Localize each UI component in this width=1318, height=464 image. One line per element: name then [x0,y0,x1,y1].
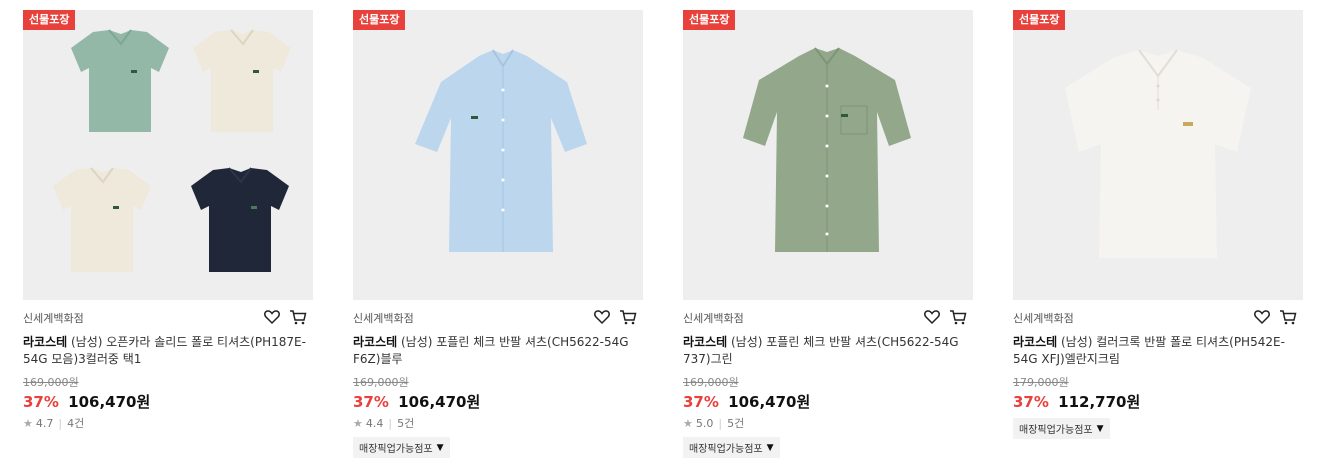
original-price: 169,000원 [353,376,409,389]
product-photo-blue-shirt [353,10,643,300]
gift-wrap-badge: 선물포장 [23,10,76,30]
discount-rate: 37% [683,393,719,411]
store-pickup-label: 매장픽업가능점포 [1019,425,1093,436]
heart-icon[interactable] [263,308,281,326]
triangle-down-icon: ▼ [436,442,444,453]
original-price: 169,000원 [683,376,739,389]
product-image[interactable]: 선물포장 [1013,10,1303,300]
product-card[interactable]: 선물포장 신세계백화점 라코스테 (남성) 컬러크록 반팔 폴로 티셔츠(PH5… [1013,10,1303,439]
product-image[interactable]: 선물포장 [353,10,643,300]
product-photo-polo-set [23,10,313,300]
review-count: 5건 [727,417,745,430]
gift-wrap-badge: 선물포장 [683,10,736,30]
rating-score: 4.4 [365,416,384,430]
gift-wrap-badge: 선물포장 [353,10,406,30]
sale-price: 106,470원 [398,393,481,411]
divider: | [58,416,63,430]
divider: | [718,416,723,430]
product-card[interactable]: 선물포장 신세계백화점 라코스테 (남성) 포플린 체크 반팔 셔츠(CH562… [683,10,973,458]
brand-name: 라코스테 [683,335,728,349]
review-count: 5건 [397,417,415,430]
product-card[interactable]: 선물포장 신세계백화점 라코스테 (남성) 오픈카라 솔리드 폴로 티셔츠(PH… [23,10,313,431]
store-name: 신세계백화점 [23,312,84,325]
original-price: 179,000원 [1013,376,1069,389]
brand-name: 라코스테 [23,335,68,349]
cart-icon[interactable] [619,308,637,326]
product-title[interactable]: 라코스테 (남성) 포플린 체크 반팔 셔츠(CH5622-54G 737)그린 [683,334,968,368]
cart-icon[interactable] [1279,308,1297,326]
product-title[interactable]: 라코스테 (남성) 포플린 체크 반팔 셔츠(CH5622-54G F6Z)블루 [353,334,638,368]
store-pickup-label: 매장픽업가능점포 [689,444,763,455]
heart-icon[interactable] [923,308,941,326]
product-photo-white-polo [1013,10,1303,300]
heart-icon[interactable] [593,308,611,326]
store-name: 신세계백화점 [353,312,414,325]
price-line: 37% 106,470원 [23,392,313,412]
product-card[interactable]: 선물포장 신세계백화점 라코스테 (남성) 포플린 체크 반팔 셔츠(CH562… [353,10,643,458]
discount-rate: 37% [353,393,389,411]
product-title[interactable]: 라코스테 (남성) 컬러크록 반팔 폴로 티셔츠(PH542E-54G XFJ)… [1013,334,1298,368]
star-icon: ★ [353,416,363,430]
product-image[interactable]: 선물포장 [23,10,313,300]
brand-name: 라코스테 [353,335,398,349]
product-image[interactable]: 선물포장 [683,10,973,300]
triangle-down-icon: ▼ [1096,423,1104,434]
price-line: 37% 112,770원 [1013,392,1303,412]
cart-icon[interactable] [289,308,307,326]
brand-name: 라코스테 [1013,335,1058,349]
price-line: 37% 106,470원 [353,392,643,412]
divider: | [388,416,393,430]
store-pickup-label: 매장픽업가능점포 [359,444,433,455]
gift-wrap-badge: 선물포장 [1013,10,1066,30]
rating-score: 4.7 [35,416,54,430]
store-pickup-dropdown[interactable]: 매장픽업가능점포 ▼ [1013,418,1110,439]
star-icon: ★ [683,416,693,430]
store-name: 신세계백화점 [683,312,744,325]
product-photo-green-shirt [683,10,973,300]
cart-icon[interactable] [949,308,967,326]
store-pickup-dropdown[interactable]: 매장픽업가능점포 ▼ [353,437,450,458]
heart-icon[interactable] [1253,308,1271,326]
triangle-down-icon: ▼ [766,442,774,453]
product-grid: 선물포장 신세계백화점 라코스테 (남성) 오픈카라 솔리드 폴로 티셔츠(PH… [0,0,1318,464]
discount-rate: 37% [1013,393,1049,411]
store-name: 신세계백화점 [1013,312,1074,325]
rating-score: 5.0 [695,416,714,430]
star-icon: ★ [23,416,33,430]
sale-price: 106,470원 [728,393,811,411]
original-price: 169,000원 [23,376,79,389]
price-line: 37% 106,470원 [683,392,973,412]
discount-rate: 37% [23,393,59,411]
rating: ★ 5.0 | 5건 [683,415,973,431]
review-count: 4건 [67,417,85,430]
product-title[interactable]: 라코스테 (남성) 오픈카라 솔리드 폴로 티셔츠(PH187E-54G 모음)… [23,334,308,368]
store-pickup-dropdown[interactable]: 매장픽업가능점포 ▼ [683,437,780,458]
rating: ★ 4.4 | 5건 [353,415,643,431]
sale-price: 106,470원 [68,393,151,411]
sale-price: 112,770원 [1058,393,1141,411]
rating: ★ 4.7 | 4건 [23,415,313,431]
